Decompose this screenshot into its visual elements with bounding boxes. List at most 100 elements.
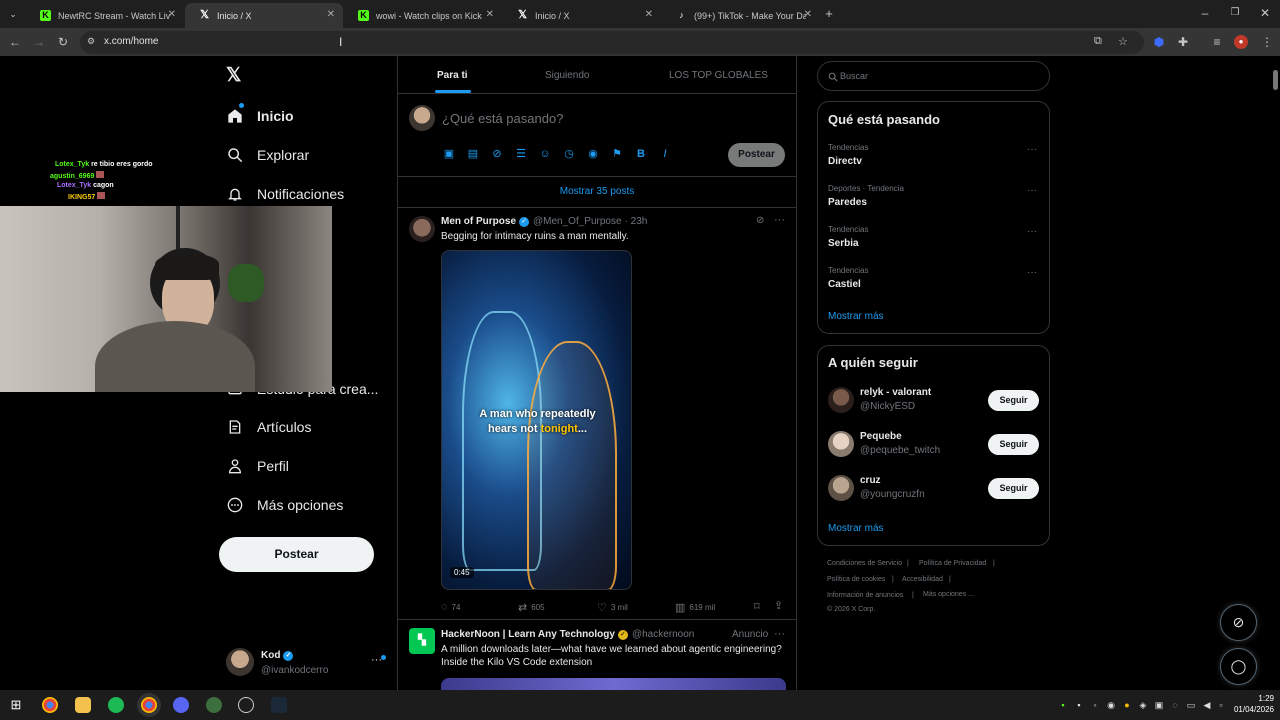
follow-button[interactable]: Seguir [988, 390, 1039, 411]
tab-siguiendo[interactable]: Siguiendo [545, 70, 589, 81]
follow-name[interactable]: Pequebe [860, 431, 902, 442]
more-icon[interactable]: ··· [1027, 267, 1037, 278]
media-control-icon[interactable]: ≡ [1210, 35, 1224, 49]
emoji-icon[interactable]: ☺ [539, 148, 551, 160]
tweet-video[interactable]: A man who repeatedly hears not tonight..… [441, 250, 632, 590]
url-text[interactable]: x.com/home [104, 36, 158, 47]
follow-button[interactable]: Seguir [988, 478, 1039, 499]
tray-icon[interactable]: ▪ [1058, 700, 1068, 710]
browser-tab-1[interactable]: K NewtRC Stream - Watch Live on ✕ [26, 3, 184, 28]
close-icon[interactable]: ✕ [486, 9, 494, 20]
tray-icon[interactable]: ◈ [1138, 700, 1148, 711]
tab-top-globales[interactable]: LOS TOP GLOBALES [669, 70, 768, 81]
search-box[interactable]: Buscar [817, 61, 1050, 91]
more-icon[interactable]: ··· [1027, 226, 1037, 237]
network-icon[interactable]: ▭ [1186, 700, 1196, 711]
schedule-icon[interactable]: ◷ [563, 148, 575, 160]
show-more-posts[interactable]: Mostrar 35 posts [398, 177, 796, 207]
trend-item[interactable]: Deportes · Tendencia Paredes ··· [818, 180, 1049, 221]
nav-item-articulos[interactable]: Artículos [227, 415, 311, 439]
follow-name[interactable]: relyk - valorant [860, 387, 931, 398]
account-avatar[interactable] [226, 648, 254, 676]
install-app-icon[interactable]: ⧉ [1094, 35, 1102, 48]
follow-avatar[interactable] [828, 475, 854, 501]
grok-float-button[interactable]: ⊘ [1220, 604, 1257, 641]
bold-icon[interactable]: B [635, 148, 647, 160]
x-logo-icon[interactable]: 𝕏 [226, 66, 246, 86]
close-icon[interactable]: ✕ [168, 9, 176, 20]
trends-show-more[interactable]: Mostrar más [828, 311, 884, 322]
account-name[interactable]: Kod ✓ [261, 650, 294, 661]
new-tab-button[interactable]: + [822, 7, 836, 21]
footer-terms-link[interactable]: Condiciones de Servicio [827, 560, 902, 567]
tray-icon[interactable]: ▣ [1154, 700, 1164, 711]
follow-avatar[interactable] [828, 431, 854, 457]
tweet-handle[interactable]: @Men_Of_Purpose [533, 216, 622, 227]
follow-suggestion[interactable]: relyk - valorant @NickyESD Seguir [818, 380, 1049, 424]
tweet[interactable]: Men of Purpose ✓ @Men_Of_Purpose · 23h ⊘… [398, 208, 796, 618]
tray-icon[interactable]: ▫ [1216, 700, 1226, 710]
site-info-icon[interactable]: ⚙ [87, 36, 95, 47]
browser-tab-5[interactable]: ♪ (99+) TikTok - Make Your Day ✕ [662, 3, 820, 28]
tray-icon[interactable]: ◉ [1106, 700, 1116, 711]
ad-image[interactable] [441, 678, 786, 690]
window-close-icon[interactable]: ✕ [1258, 6, 1272, 20]
tweet-ad[interactable]: ▚ HackerNoon | Learn Any Technology ✓ @h… [398, 620, 796, 690]
location-icon[interactable]: ◉ [587, 148, 599, 160]
follow-handle[interactable]: @NickyESD [860, 401, 915, 412]
restore-icon[interactable]: ❐ [1228, 6, 1242, 20]
footer-more-link[interactable]: Más opciones ... [923, 591, 974, 598]
share-icon[interactable]: ⇪ [774, 599, 783, 612]
bookmark-star-icon[interactable]: ☆ [1118, 35, 1128, 48]
browser-tab-3[interactable]: K wowi - Watch clips on Kick ✕ [344, 3, 502, 28]
views-button[interactable]: ▥ 619 mil [675, 601, 715, 614]
obs-icon[interactable] [238, 697, 254, 713]
more-icon[interactable]: ··· [774, 214, 785, 226]
grok-icon[interactable]: ⊘ [756, 215, 764, 226]
image-icon[interactable]: ▣ [443, 148, 455, 160]
tab-para-ti[interactable]: Para ti [437, 70, 468, 81]
italic-icon[interactable]: I [659, 148, 671, 160]
forward-icon[interactable]: → [32, 35, 46, 49]
tweet-avatar[interactable] [409, 216, 435, 242]
close-icon[interactable]: ✕ [327, 9, 335, 20]
bookmark-icon[interactable]: ⌑ [754, 600, 760, 613]
repost-button[interactable]: ⇄ 605 [518, 601, 545, 614]
extensions-puzzle-icon[interactable]: ✚ [1176, 35, 1190, 49]
extension-shield-icon[interactable]: ⬢ [1152, 35, 1166, 49]
trend-item[interactable]: Tendencias Castiel ··· [818, 262, 1049, 303]
footer-ads-link[interactable]: Información de anuncios [827, 592, 903, 599]
file-explorer-icon[interactable] [75, 697, 91, 713]
reply-button[interactable]: ◌ 74 [441, 601, 460, 613]
tweet-author[interactable]: Men of Purpose [441, 216, 516, 227]
chrome-active-icon[interactable] [141, 697, 157, 713]
page-scrollbar[interactable] [1271, 56, 1280, 690]
profile-avatar[interactable]: ● [1234, 35, 1248, 49]
footer-accessibility-link[interactable]: Accesibilidad [902, 576, 943, 583]
browser-menu-icon[interactable]: ⋮ [1260, 35, 1274, 49]
nav-item-explorar[interactable]: Explorar [227, 143, 309, 167]
footer-cookies-link[interactable]: Política de cookies [827, 576, 885, 583]
tray-icon[interactable]: ◦ [1090, 700, 1100, 710]
browser-tab-2[interactable]: 𝕏 Inicio / X ✕ [185, 3, 343, 28]
follow-button[interactable]: Seguir [988, 434, 1039, 455]
follow-suggestion[interactable]: Pequebe @pequebe_twitch Seguir [818, 424, 1049, 468]
close-icon[interactable]: ✕ [804, 9, 812, 20]
steam-icon[interactable] [271, 697, 287, 713]
browser-tab-4[interactable]: 𝕏 Inicio / X ✕ [503, 3, 661, 28]
chrome-icon[interactable] [42, 697, 58, 713]
footer-privacy-link[interactable]: Política de Privacidad [919, 560, 986, 567]
post-button[interactable]: Postear [219, 537, 374, 572]
poll-icon[interactable]: ☰ [515, 148, 527, 160]
gif-icon[interactable]: ▤ [467, 148, 479, 160]
composer-post-button[interactable]: Postear [728, 143, 785, 167]
scrollbar-thumb[interactable] [1273, 70, 1278, 90]
more-icon[interactable]: ··· [774, 628, 785, 640]
tray-icon[interactable]: ● [1122, 700, 1132, 710]
hackernoon-logo-icon[interactable]: ▚ [409, 628, 435, 654]
flag-icon[interactable]: ⚑ [611, 148, 623, 160]
messages-float-button[interactable]: ◯ [1220, 648, 1257, 685]
nav-item-notificaciones[interactable]: Notificaciones [227, 182, 344, 206]
follow-suggestion[interactable]: cruz @youngcruzfn Seguir [818, 468, 1049, 512]
discord-icon[interactable] [173, 697, 189, 713]
